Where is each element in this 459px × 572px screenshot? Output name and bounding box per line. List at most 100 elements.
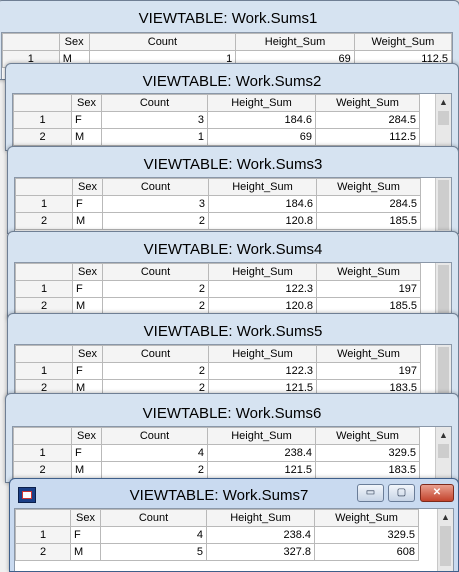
cell-height-sum[interactable]: 327.8	[206, 543, 315, 561]
column-header-weight-sum[interactable]: Weight_Sum	[316, 263, 421, 281]
data-grid[interactable]: Sex Count Height_Sum Weight_Sum 1 F 4 23…	[14, 508, 454, 571]
scroll-thumb[interactable]	[438, 111, 449, 125]
cell-height-sum[interactable]: 122.3	[208, 362, 317, 380]
cell-height-sum[interactable]: 238.4	[207, 444, 316, 462]
cell-height-sum[interactable]: 184.6	[208, 195, 317, 213]
cell-weight-sum[interactable]: 183.5	[315, 461, 420, 479]
column-header-count[interactable]: Count	[102, 178, 209, 196]
column-header-height-sum[interactable]: Height_Sum	[207, 94, 316, 112]
column-header-sex[interactable]: Sex	[72, 345, 103, 363]
close-button[interactable]: ✕	[420, 484, 454, 502]
cell-sex[interactable]: F	[71, 111, 102, 129]
cell-count[interactable]: 2	[102, 280, 209, 298]
column-header-height-sum[interactable]: Height_Sum	[208, 263, 317, 281]
column-header-weight-sum[interactable]: Weight_Sum	[315, 427, 420, 445]
row-number[interactable]: 2	[13, 461, 72, 479]
row-number[interactable]: 2	[15, 297, 73, 315]
cell-count[interactable]: 3	[101, 111, 208, 129]
viewtable-window-sums5[interactable]: VIEWTABLE: Work.Sums5 Sex Count Height_S…	[7, 313, 459, 401]
column-header-count[interactable]: Count	[102, 345, 209, 363]
cell-sex[interactable]: F	[72, 362, 103, 380]
cell-count[interactable]: 4	[100, 526, 207, 544]
cell-sex[interactable]: M	[71, 128, 102, 146]
data-grid[interactable]: Sex Count Height_Sum Weight_Sum 1 F 2 12…	[14, 262, 452, 318]
cell-sex[interactable]: F	[72, 280, 103, 298]
row-number[interactable]: 2	[13, 128, 72, 146]
row-number[interactable]: 1	[15, 526, 71, 544]
column-header-weight-sum[interactable]: Weight_Sum	[316, 345, 421, 363]
column-header-sex[interactable]: Sex	[72, 263, 103, 281]
column-header-count[interactable]: Count	[101, 94, 208, 112]
table-row[interactable]: 2 M 2 121.5 183.5	[13, 461, 420, 479]
maximize-button[interactable]: ▢	[388, 484, 415, 502]
chevron-up-icon[interactable]: ▲	[438, 509, 453, 525]
table-row[interactable]: 1 F 4 238.4 329.5	[15, 526, 419, 544]
cell-sex[interactable]: M	[71, 461, 102, 479]
column-header-sex[interactable]: Sex	[70, 509, 101, 527]
column-header-weight-sum[interactable]: Weight_Sum	[314, 509, 419, 527]
row-number[interactable]: 1	[13, 444, 72, 462]
cell-height-sum[interactable]: 121.5	[207, 461, 316, 479]
cell-count[interactable]: 2	[102, 212, 209, 230]
vertical-scrollbar[interactable]	[435, 178, 451, 233]
column-header-count[interactable]: Count	[88, 33, 237, 51]
vertical-scrollbar[interactable]	[435, 263, 451, 318]
viewtable-window-sums6[interactable]: VIEWTABLE: Work.Sums6 Sex Count Height_S…	[5, 393, 459, 483]
cell-count[interactable]: 2	[102, 297, 209, 315]
data-grid[interactable]: Sex Count Height_Sum Weight_Sum 1 F 4 23…	[12, 426, 452, 482]
viewtable-window-sums3[interactable]: VIEWTABLE: Work.Sums3 Sex Count Height_S…	[7, 146, 459, 234]
cell-height-sum[interactable]: 238.4	[206, 526, 315, 544]
row-number[interactable]: 2	[15, 543, 71, 561]
column-header-height-sum[interactable]: Height_Sum	[235, 33, 355, 51]
column-header-height-sum[interactable]: Height_Sum	[208, 178, 317, 196]
viewtable-window-sums4[interactable]: VIEWTABLE: Work.Sums4 Sex Count Height_S…	[7, 231, 459, 319]
column-header-weight-sum[interactable]: Weight_Sum	[316, 178, 421, 196]
cell-sex[interactable]: F	[72, 195, 103, 213]
cell-weight-sum[interactable]: 284.5	[316, 195, 421, 213]
scroll-thumb[interactable]	[438, 180, 449, 230]
cell-count[interactable]: 5	[100, 543, 207, 561]
column-header-sex[interactable]: Sex	[72, 178, 103, 196]
cell-count[interactable]: 3	[102, 195, 209, 213]
cell-weight-sum[interactable]: 197	[316, 362, 421, 380]
row-number[interactable]: 1	[15, 280, 73, 298]
cell-count[interactable]: 2	[102, 362, 209, 380]
cell-weight-sum[interactable]: 329.5	[314, 526, 419, 544]
viewtable-window-sums7[interactable]: VIEWTABLE: Work.Sums7 ▭ ▢ ✕ Sex Count He…	[9, 478, 459, 572]
table-row[interactable]: 1 F 4 238.4 329.5	[13, 444, 420, 462]
column-header-height-sum[interactable]: Height_Sum	[208, 345, 317, 363]
column-header-sex[interactable]: Sex	[71, 94, 102, 112]
column-header-sex[interactable]: Sex	[58, 33, 90, 51]
column-header-sex[interactable]: Sex	[71, 427, 102, 445]
cell-count[interactable]: 1	[101, 128, 208, 146]
column-header-height-sum[interactable]: Height_Sum	[207, 427, 316, 445]
data-grid[interactable]: Sex Count Height_Sum Weight_Sum 1 F 3 18…	[14, 177, 452, 233]
scroll-thumb[interactable]	[440, 526, 451, 566]
scroll-thumb[interactable]	[438, 265, 449, 315]
column-header-count[interactable]: Count	[100, 509, 207, 527]
scroll-thumb[interactable]	[438, 444, 449, 458]
cell-sex[interactable]: M	[70, 543, 101, 561]
table-row[interactable]: 1 F 3 184.6 284.5	[15, 195, 421, 213]
chevron-up-icon[interactable]: ▲	[436, 94, 451, 110]
table-row[interactable]: 1 F 2 122.3 197	[15, 362, 421, 380]
table-row[interactable]: 1 F 2 122.3 197	[15, 280, 421, 298]
table-row[interactable]: 1 F 3 184.6 284.5	[13, 111, 420, 129]
vertical-scrollbar[interactable]: ▲	[435, 94, 451, 150]
row-number[interactable]: 1	[15, 362, 73, 380]
cell-sex[interactable]: M	[72, 297, 103, 315]
minimize-button[interactable]: ▭	[357, 484, 384, 502]
chevron-up-icon[interactable]: ▲	[436, 427, 451, 443]
cell-weight-sum[interactable]: 197	[316, 280, 421, 298]
table-row[interactable]: 2 M 2 120.8 185.5	[15, 212, 421, 230]
column-header-weight-sum[interactable]: Weight_Sum	[315, 94, 420, 112]
scroll-thumb[interactable]	[438, 347, 449, 397]
cell-height-sum[interactable]: 184.6	[207, 111, 316, 129]
vertical-scrollbar[interactable]: ▲	[435, 427, 451, 482]
data-grid[interactable]: Sex Count Height_Sum Weight_Sum 1 F 3 18…	[12, 93, 452, 150]
column-header-count[interactable]: Count	[101, 427, 208, 445]
column-header-weight-sum[interactable]: Weight_Sum	[353, 33, 452, 51]
cell-weight-sum[interactable]: 185.5	[316, 212, 421, 230]
cell-sex[interactable]: M	[72, 212, 103, 230]
row-number[interactable]: 2	[15, 212, 73, 230]
